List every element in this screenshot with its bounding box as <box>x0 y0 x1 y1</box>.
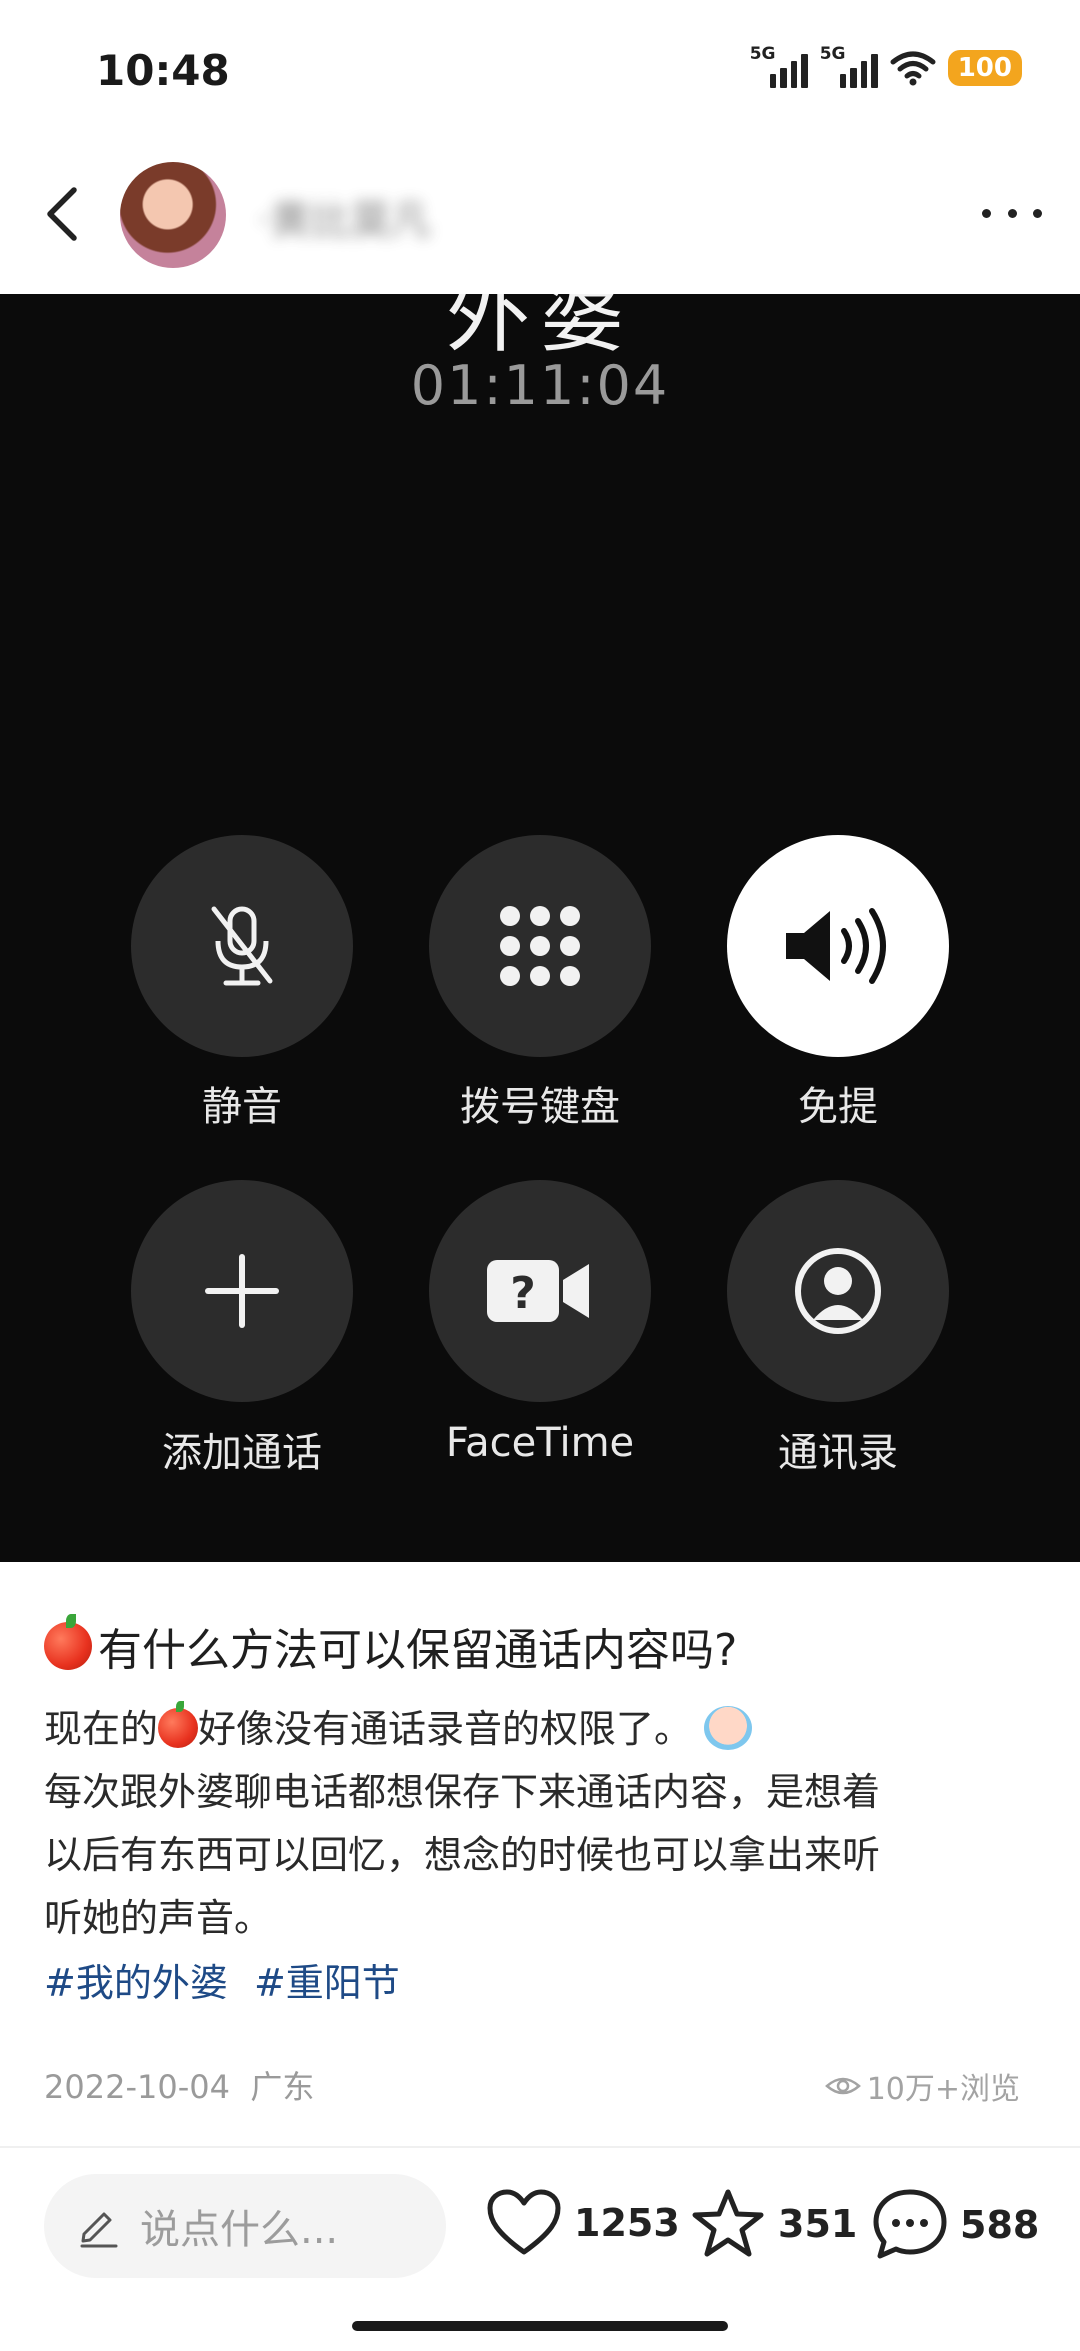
mic-off-icon <box>211 906 273 986</box>
post-line: 每次跟外婆聊电话都想保存下来通话内容，是想着 <box>44 1770 881 1814</box>
more-dot <box>1033 208 1042 218</box>
call-timer: 01:11:04 <box>410 354 670 417</box>
facetime-label: FaceTime <box>445 1420 635 1466</box>
add-call-button <box>131 1180 353 1402</box>
post-line: 现在的 好像没有通话录音的权限了。 <box>44 1698 1044 1761</box>
speaker-label: 免提 <box>798 1084 878 1130</box>
wifi-icon <box>890 51 936 86</box>
battery-indicator: 100 <box>947 50 1022 86</box>
more-dot <box>1007 208 1017 218</box>
post-body: 现在的 好像没有通话录音的权限了。 每次跟外婆聊电话都想保存下来通话内容，是想着 … <box>44 1698 1044 1950</box>
comment-placeholder: 说点什么... <box>140 2207 339 2253</box>
more-dot <box>982 208 991 218</box>
contacts-button <box>727 1180 949 1402</box>
comment-input[interactable]: 说点什么... <box>44 2174 446 2278</box>
chat-bubble-icon <box>873 2189 947 2259</box>
nav-bar: ·黄比莫凡 <box>0 140 1080 294</box>
add-call-label: 添加通话 <box>162 1430 322 1476</box>
star-icon <box>692 2189 764 2257</box>
more-button[interactable] <box>982 198 1042 228</box>
back-button[interactable] <box>38 184 88 244</box>
contacts-label: 通讯录 <box>778 1430 898 1476</box>
apple-emoji-icon <box>44 1614 92 1670</box>
mute-label: 静音 <box>202 1084 282 1130</box>
keypad-button <box>429 835 651 1057</box>
contacts-icon <box>795 1248 881 1334</box>
hashtag-link[interactable]: #重阳节 <box>254 1961 400 2005</box>
svg-text:?: ? <box>510 1268 536 1319</box>
comment-count: 588 <box>960 2203 1040 2247</box>
hashtag-link[interactable]: #我的外婆 <box>44 1961 228 2005</box>
favorite-count: 351 <box>778 2202 858 2246</box>
post-date: 2022-10-04 广东 <box>44 2068 315 2106</box>
status-time: 10:48 <box>96 46 230 95</box>
heart-icon <box>487 2189 561 2255</box>
speaker-icon <box>786 908 886 984</box>
speaker-button <box>727 835 949 1057</box>
like-count: 1253 <box>574 2201 680 2245</box>
facetime-icon: ? <box>487 1260 589 1322</box>
avatar[interactable] <box>120 162 226 268</box>
status-bar: 10:48 5G 5G 100 <box>0 0 1080 140</box>
post-title: 有什么方法可以保留通话内容吗? <box>44 1614 737 1678</box>
hashtags: #我的外婆 #重阳节 <box>44 1952 414 2007</box>
cellular-signal-icon-2: 5G <box>820 44 878 88</box>
apple-emoji-icon <box>158 1701 199 1748</box>
pencil-icon <box>80 2212 118 2248</box>
post-image[interactable]: 外婆 01:11:04 静音 拨号键盘 免提 ? 添加通话 FaceTime 通… <box>0 294 1080 1562</box>
divider <box>0 2146 1080 2148</box>
view-count: 10万+浏览 <box>824 2064 1020 2108</box>
comment-button[interactable]: 588 <box>872 2188 1039 2262</box>
like-button[interactable]: 1253 <box>486 2188 680 2258</box>
home-indicator[interactable] <box>352 2321 728 2331</box>
mute-button <box>131 835 353 1057</box>
keypad-label: 拨号键盘 <box>460 1084 620 1130</box>
cellular-signal-icon: 5G <box>750 44 808 88</box>
author-name[interactable]: ·黄比莫凡 <box>258 188 431 246</box>
favorite-button[interactable]: 351 <box>690 2188 857 2260</box>
post-line: 听她的声音。 <box>44 1896 273 1940</box>
keypad-icon <box>500 906 580 986</box>
plus-icon <box>205 1254 279 1328</box>
facetime-button: ? <box>429 1180 651 1402</box>
status-icons: 5G 5G 100 <box>750 44 1022 88</box>
eye-icon <box>824 2077 861 2095</box>
chevron-left-icon <box>47 187 77 241</box>
crying-emoji-icon <box>704 1706 753 1750</box>
post-line: 以后有东西可以回忆，想念的时候也可以拿出来听 <box>44 1833 881 1877</box>
post-title-text: 有什么方法可以保留通话内容吗? <box>98 1625 738 1676</box>
